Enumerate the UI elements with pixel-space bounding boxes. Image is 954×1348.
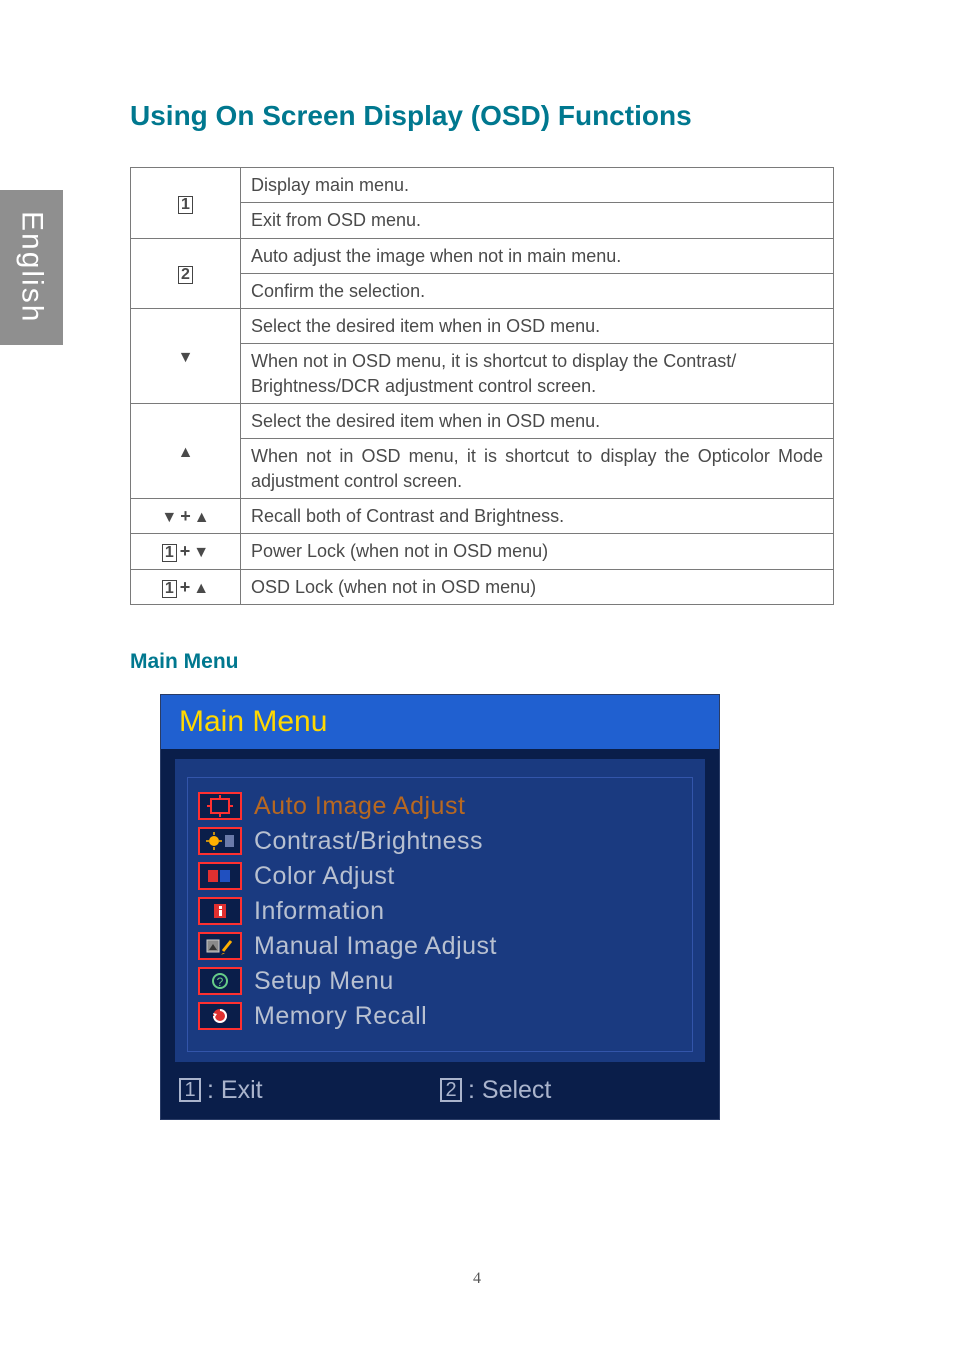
- key-down: ▼: [131, 309, 241, 404]
- osd-panel: Main Menu Auto Image Adjust Contrast/Bri…: [160, 694, 720, 1120]
- key-down-plus-up: ▼+▲: [131, 498, 241, 533]
- language-tab-label: English: [15, 211, 49, 323]
- desc-cell: When not in OSD menu, it is shortcut to …: [241, 344, 834, 404]
- setup-menu-icon: ?: [198, 967, 242, 995]
- footnum-2: 2: [440, 1078, 462, 1102]
- osd-item-label: Color Adjust: [254, 862, 395, 891]
- osd-footer-exit: 1 : Exit: [179, 1076, 440, 1105]
- boxnum-1: 1: [178, 196, 193, 214]
- up-icon: ▲: [193, 581, 209, 597]
- color-adjust-icon: [198, 862, 242, 890]
- osd-item-label: Manual Image Adjust: [254, 932, 497, 961]
- osd-item-setup-menu[interactable]: ? Setup Menu: [198, 967, 682, 996]
- up-icon: ▲: [178, 445, 194, 461]
- contrast-brightness-icon: [198, 827, 242, 855]
- osd-item-label: Memory Recall: [254, 1002, 427, 1031]
- desc-cell: Power Lock (when not in OSD menu): [241, 534, 834, 569]
- key-2: 2: [131, 238, 241, 309]
- footnum-1: 1: [179, 1078, 201, 1102]
- osd-item-information[interactable]: Information: [198, 897, 682, 926]
- desc-cell: Select the desired item when in OSD menu…: [241, 309, 834, 344]
- up-icon: ▲: [194, 510, 210, 526]
- down-icon: ▼: [161, 510, 177, 526]
- auto-image-adjust-icon: [198, 792, 242, 820]
- osd-item-label: Contrast/Brightness: [254, 827, 483, 856]
- plus-icon: +: [177, 577, 194, 597]
- osd-inner-frame: Auto Image Adjust Contrast/Brightness Co…: [187, 777, 693, 1052]
- down-icon: ▼: [193, 545, 209, 561]
- page-number: 4: [0, 1270, 954, 1288]
- osd-functions-table: 1 Display main menu. Exit from OSD menu.…: [130, 167, 834, 605]
- boxnum-2: 2: [178, 266, 193, 284]
- manual-image-adjust-icon: [198, 932, 242, 960]
- osd-titlebar: Main Menu: [161, 695, 719, 749]
- osd-item-label: Auto Image Adjust: [254, 792, 465, 821]
- osd-item-label: Setup Menu: [254, 967, 394, 996]
- key-1-plus-down: 1+▼: [131, 534, 241, 569]
- memory-recall-icon: [198, 1002, 242, 1030]
- key-1-plus-up: 1+▲: [131, 569, 241, 604]
- boxnum-1: 1: [162, 580, 177, 598]
- plus-icon: +: [177, 541, 194, 561]
- osd-body: Auto Image Adjust Contrast/Brightness Co…: [171, 749, 709, 1066]
- plus-icon: +: [177, 506, 194, 526]
- key-up: ▲: [131, 404, 241, 499]
- osd-item-label: Information: [254, 897, 385, 926]
- svg-text:?: ?: [217, 975, 224, 989]
- desc-cell: OSD Lock (when not in OSD menu): [241, 569, 834, 604]
- desc-cell: Exit from OSD menu.: [241, 203, 834, 238]
- osd-item-memory-recall[interactable]: Memory Recall: [198, 1002, 682, 1031]
- osd-footer-select: 2 : Select: [440, 1076, 701, 1105]
- desc-cell: Auto adjust the image when not in main m…: [241, 238, 834, 273]
- desc-cell: Recall both of Contrast and Brightness.: [241, 498, 834, 533]
- page-title: Using On Screen Display (OSD) Functions: [130, 100, 834, 132]
- osd-footer: 1 : Exit 2 : Select: [161, 1066, 719, 1119]
- osd-item-auto-image-adjust[interactable]: Auto Image Adjust: [198, 792, 682, 821]
- osd-item-color-adjust[interactable]: Color Adjust: [198, 862, 682, 891]
- desc-cell: Select the desired item when in OSD menu…: [241, 404, 834, 439]
- desc-cell: Confirm the selection.: [241, 273, 834, 308]
- key-1: 1: [131, 168, 241, 239]
- desc-cell: Display main menu.: [241, 168, 834, 203]
- boxnum-1: 1: [162, 544, 177, 562]
- desc-cell: When not in OSD menu, it is shortcut to …: [241, 439, 834, 499]
- footer-select-label: : Select: [468, 1076, 551, 1105]
- osd-item-manual-image-adjust[interactable]: Manual Image Adjust: [198, 932, 682, 961]
- osd-item-contrast-brightness[interactable]: Contrast/Brightness: [198, 827, 682, 856]
- main-menu-heading: Main Menu: [130, 650, 834, 674]
- language-tab: English: [0, 190, 63, 345]
- down-icon: ▼: [178, 350, 194, 366]
- footer-exit-label: : Exit: [207, 1076, 263, 1105]
- information-icon: [198, 897, 242, 925]
